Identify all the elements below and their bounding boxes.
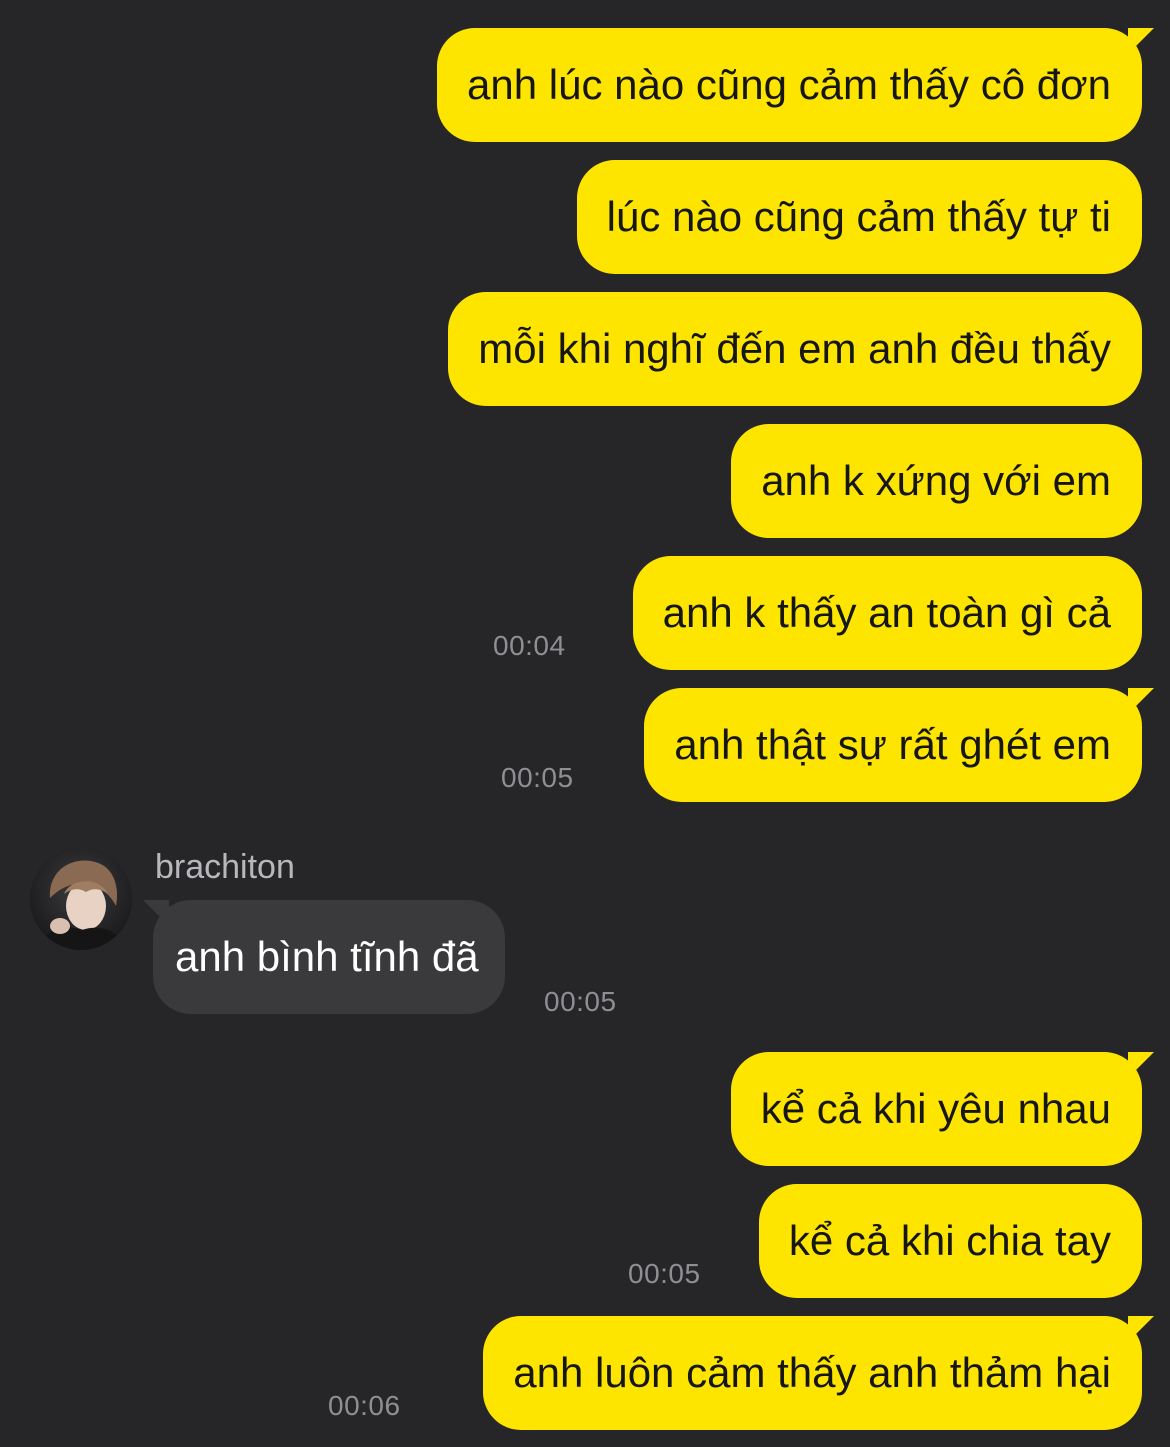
- sender-name: brachiton: [155, 848, 295, 886]
- sent-message[interactable]: anh thật sự rất ghét em: [644, 688, 1154, 802]
- sent-message[interactable]: anh lúc nào cũng cảm thấy cô đơn: [437, 28, 1154, 142]
- message-timestamp: 00:05: [628, 1258, 701, 1289]
- sent-message[interactable]: anh k thấy an toàn gì cả: [632, 556, 1142, 670]
- avatar[interactable]: [30, 848, 132, 950]
- sent-message[interactable]: mỗi khi nghĩ đến em anh đều thấy: [448, 292, 1142, 406]
- sent-message[interactable]: kể cả khi yêu nhau: [730, 1052, 1155, 1166]
- chat-view[interactable]: anh lúc nào cũng cảm thấy cô đơn lúc nào…: [0, 0, 1170, 1447]
- sent-message[interactable]: kể cả khi chia tay: [758, 1184, 1142, 1298]
- message-timestamp: 00:05: [544, 986, 617, 1017]
- sent-message[interactable]: anh luôn cảm thấy anh thảm hại: [483, 1316, 1154, 1430]
- message-timestamp: 00:04: [493, 630, 566, 661]
- sent-message[interactable]: anh k xứng với em: [731, 424, 1142, 538]
- sent-message[interactable]: lúc nào cũng cảm thấy tự ti: [576, 160, 1142, 274]
- profile-photo-icon: [30, 848, 132, 950]
- message-timestamp: 00:06: [328, 1390, 401, 1421]
- message-timestamp: 00:05: [501, 762, 574, 793]
- received-message[interactable]: anh bình tĩnh đã: [143, 900, 505, 1014]
